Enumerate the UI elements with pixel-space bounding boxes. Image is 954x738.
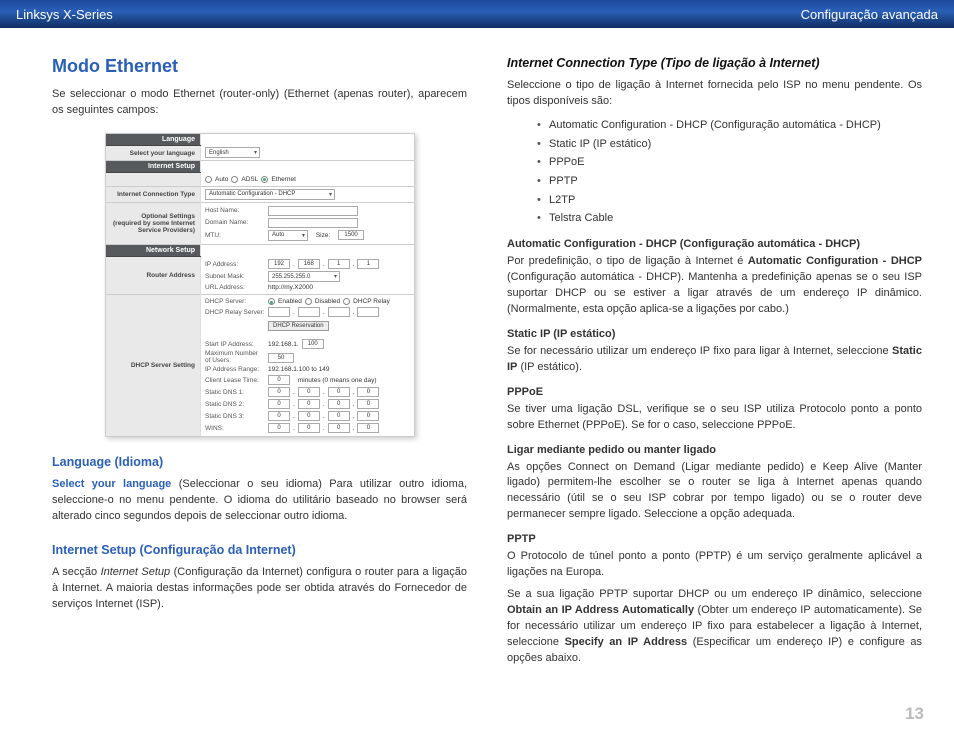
- language-heading: Language (Idioma): [52, 455, 467, 469]
- list-item: L2TP: [537, 191, 922, 210]
- list-item: Telstra Cable: [537, 209, 922, 228]
- mtu-size-input[interactable]: 1500: [338, 230, 364, 240]
- ip-2[interactable]: 168: [298, 259, 320, 269]
- left-column: Modo Ethernet Se seleccionar o modo Ethe…: [52, 56, 467, 673]
- header-bar: Linksys X-Series Configuração avançada: [0, 0, 954, 28]
- mode-adsl-radio[interactable]: [231, 176, 238, 183]
- ict-heading: Internet Connection Type (Tipo de ligaçã…: [507, 56, 922, 70]
- intro-paragraph: Se seleccionar o modo Ethernet (router-o…: [52, 87, 467, 119]
- pptp-subhead: PPTP: [507, 533, 922, 545]
- connection-types-list: Automatic Configuration - DHCP (Configur…: [537, 116, 922, 228]
- ict-intro: Seleccione o tipo de ligação à Internet …: [507, 78, 922, 110]
- connect-para: As opções Connect on Demand (Ligar media…: [507, 460, 922, 524]
- ict-select[interactable]: Automatic Configuration - DHCP: [205, 189, 335, 200]
- connect-subhead: Ligar mediante pedido ou manter ligado: [507, 444, 922, 456]
- router-addr-label: Router Address: [106, 256, 201, 295]
- pptp-para-1: O Protocolo de túnel ponto a ponto (PPTP…: [507, 549, 922, 581]
- domain-input[interactable]: [268, 218, 358, 228]
- ict-label: Internet Connection Type: [106, 187, 201, 203]
- max-users-input[interactable]: 50: [268, 353, 294, 363]
- dhcp-setting-label: DHCP Server Setting: [106, 295, 201, 436]
- pppoe-para: Se tiver uma ligação DSL, verifique se o…: [507, 402, 922, 434]
- mtu-select[interactable]: Auto: [268, 230, 308, 241]
- dhcp-relay-radio[interactable]: [343, 298, 350, 305]
- language-paragraph: Select your language (Seleccionar o seu …: [52, 477, 467, 525]
- language-select[interactable]: English: [205, 147, 260, 158]
- list-item: PPTP: [537, 172, 922, 191]
- auto-dhcp-subhead: Automatic Configuration - DHCP (Configur…: [507, 238, 922, 250]
- static-ip-subhead: Static IP (IP estático): [507, 328, 922, 340]
- list-item: Static IP (IP estático): [537, 135, 922, 154]
- pptp-para-2: Se a sua ligação PPTP suportar DHCP ou u…: [507, 587, 922, 667]
- dhcp-disabled-radio[interactable]: [305, 298, 312, 305]
- start-ip-last[interactable]: 100: [302, 339, 324, 349]
- panel-select-language-label: Select your language: [106, 145, 201, 161]
- list-item: PPPoE: [537, 153, 922, 172]
- panel-language-header: Language: [106, 134, 201, 146]
- header-left: Linksys X-Series: [16, 7, 113, 22]
- lease-input[interactable]: 0: [268, 375, 290, 385]
- optional-settings-label: Optional Settings (required by some Inte…: [106, 203, 201, 245]
- subnet-select[interactable]: 255.255.255.0: [268, 271, 340, 282]
- mode-auto-radio[interactable]: [205, 176, 212, 183]
- pppoe-subhead: PPPoE: [507, 386, 922, 398]
- host-input[interactable]: [268, 206, 358, 216]
- header-right: Configuração avançada: [801, 7, 938, 22]
- list-item: Automatic Configuration - DHCP (Configur…: [537, 116, 922, 135]
- panel-internet-setup-header: Internet Setup: [106, 161, 201, 173]
- internet-setup-paragraph: A secção Internet Setup (Configuração da…: [52, 565, 467, 613]
- internet-setup-heading: Internet Setup (Configuração da Internet…: [52, 543, 467, 557]
- router-config-screenshot: Language Select your language English In…: [105, 133, 415, 438]
- static-ip-para: Se for necessário utilizar um endereço I…: [507, 344, 922, 376]
- dhcp-reservation-button[interactable]: DHCP Reservation: [268, 321, 329, 331]
- dhcp-enabled-radio[interactable]: [268, 298, 275, 305]
- ip-1[interactable]: 192: [268, 259, 290, 269]
- page-number: 13: [905, 704, 924, 724]
- mode-ethernet-radio[interactable]: [261, 176, 268, 183]
- right-column: Internet Connection Type (Tipo de ligaçã…: [507, 56, 922, 673]
- ip-3[interactable]: 1: [328, 259, 350, 269]
- modo-ethernet-heading: Modo Ethernet: [52, 56, 467, 77]
- ip-4[interactable]: 1: [357, 259, 379, 269]
- auto-dhcp-para: Por predefinição, o tipo de ligação à In…: [507, 254, 922, 318]
- panel-network-setup-header: Network Setup: [106, 245, 201, 257]
